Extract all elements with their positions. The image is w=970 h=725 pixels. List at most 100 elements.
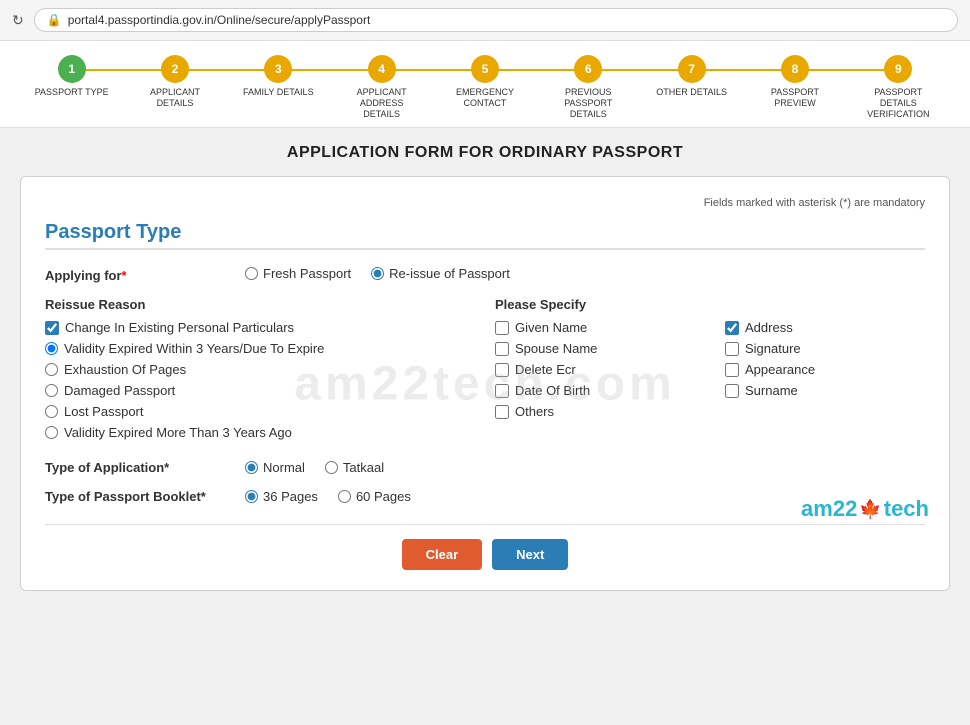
lost-radio[interactable] (45, 405, 58, 418)
branding-text2: tech (884, 496, 929, 522)
step-circle-7: 7 (678, 55, 706, 83)
damaged-radio[interactable] (45, 384, 58, 397)
exhaustion-radio[interactable] (45, 363, 58, 376)
reissue-passport-radio[interactable] (371, 267, 384, 280)
validity-expired-radio[interactable] (45, 342, 58, 355)
step-8[interactable]: 8 PASSPORT PREVIEW (743, 55, 846, 109)
branding-heart: 🍁 (859, 499, 881, 520)
36-pages-option[interactable]: 36 Pages (245, 489, 318, 504)
step-label-2: APPLICANT DETAILS (135, 87, 215, 109)
please-specify-title: Please Specify (495, 297, 925, 312)
tatkaal-option[interactable]: Tatkaal (325, 460, 384, 475)
reissue-passport-label: Re-issue of Passport (389, 266, 510, 281)
60-pages-option[interactable]: 60 Pages (338, 489, 411, 504)
applying-for-row: Applying for* Fresh Passport Re-issue of… (45, 266, 925, 283)
clear-button[interactable]: Clear (402, 539, 483, 570)
step-label-7: OTHER DETAILS (656, 87, 727, 98)
address-checkbox[interactable] (725, 321, 739, 335)
applying-for-label: Applying for* (45, 266, 245, 283)
step-circle-3: 3 (264, 55, 292, 83)
reissue-reason-lost[interactable]: Lost Passport (45, 404, 475, 419)
main-content: APPLICATION FORM FOR ORDINARY PASSPORT a… (0, 128, 970, 607)
specify-spouse-name[interactable]: Spouse Name (495, 341, 695, 356)
given-name-checkbox[interactable] (495, 321, 509, 335)
specify-others[interactable]: Others (495, 404, 695, 419)
refresh-icon[interactable]: ↻ (12, 12, 24, 29)
address-bar[interactable]: 🔒 portal4.passportindia.gov.in/Online/se… (34, 8, 958, 32)
normal-radio[interactable] (245, 461, 258, 474)
step-circle-1: 1 (58, 55, 86, 83)
steps-container: 1 PASSPORT TYPE 2 APPLICANT DETAILS 3 FA… (20, 55, 950, 119)
step-9[interactable]: 9 PASSPORT DETAILS VERIFICATION (847, 55, 950, 119)
reissue-specify-section: Reissue Reason Change In Existing Person… (45, 297, 925, 446)
specify-address[interactable]: Address (725, 320, 925, 335)
step-label-1: PASSPORT TYPE (35, 87, 109, 98)
spouse-name-label: Spouse Name (515, 341, 597, 356)
lost-label: Lost Passport (64, 404, 144, 419)
tatkaal-radio[interactable] (325, 461, 338, 474)
step-label-3: FAMILY DETAILS (243, 87, 314, 98)
reissue-reason-change-personal[interactable]: Change In Existing Personal Particulars (45, 320, 475, 335)
date-of-birth-label: Date Of Birth (515, 383, 590, 398)
step-2[interactable]: 2 APPLICANT DETAILS (123, 55, 226, 109)
specify-given-name[interactable]: Given Name (495, 320, 695, 335)
specify-date-of-birth[interactable]: Date Of Birth (495, 383, 695, 398)
mandatory-note: Fields marked with asterisk (*) are mand… (45, 197, 925, 209)
reissue-reason-validity-3years[interactable]: Validity Expired More Than 3 Years Ago (45, 425, 475, 440)
specify-surname[interactable]: Surname (725, 383, 925, 398)
type-of-booklet-label: Type of Passport Booklet* (45, 489, 245, 504)
reissue-reason-exhaustion[interactable]: Exhaustion Of Pages (45, 362, 475, 377)
step-circle-6: 6 (574, 55, 602, 83)
validity-3years-label: Validity Expired More Than 3 Years Ago (64, 425, 292, 440)
step-circle-4: 4 (368, 55, 396, 83)
specify-signature[interactable]: Signature (725, 341, 925, 356)
branding: am22🍁tech (801, 496, 929, 522)
step-4[interactable]: 4 APPLICANT ADDRESS DETAILS (330, 55, 433, 119)
progress-bar: 1 PASSPORT TYPE 2 APPLICANT DETAILS 3 FA… (0, 41, 970, 128)
step-label-8: PASSPORT PREVIEW (755, 87, 835, 109)
please-specify-col: Please Specify Given Name Spouse Name (495, 297, 925, 446)
type-of-booklet-options: 36 Pages 60 Pages (245, 489, 411, 504)
fresh-passport-radio[interactable] (245, 267, 258, 280)
step-circle-9: 9 (884, 55, 912, 83)
appearance-checkbox[interactable] (725, 363, 739, 377)
surname-checkbox[interactable] (725, 384, 739, 398)
60-pages-radio[interactable] (338, 490, 351, 503)
specify-grid: Given Name Spouse Name Delete Ecr D (495, 320, 925, 425)
reissue-passport-option[interactable]: Re-issue of Passport (371, 266, 510, 281)
signature-checkbox[interactable] (725, 342, 739, 356)
applying-for-options: Fresh Passport Re-issue of Passport (245, 266, 925, 281)
reissue-reason-col: Reissue Reason Change In Existing Person… (45, 297, 475, 446)
spouse-name-checkbox[interactable] (495, 342, 509, 356)
step-7[interactable]: 7 OTHER DETAILS (640, 55, 743, 98)
reissue-reason-damaged[interactable]: Damaged Passport (45, 383, 475, 398)
step-circle-2: 2 (161, 55, 189, 83)
delete-ecr-checkbox[interactable] (495, 363, 509, 377)
normal-option[interactable]: Normal (245, 460, 305, 475)
36-pages-radio[interactable] (245, 490, 258, 503)
surname-label: Surname (745, 383, 798, 398)
step-label-9: PASSPORT DETAILS VERIFICATION (858, 87, 938, 119)
type-of-application-options: Normal Tatkaal (245, 460, 384, 475)
step-5[interactable]: 5 EMERGENCY CONTACT (433, 55, 536, 109)
next-button[interactable]: Next (492, 539, 568, 570)
reissue-reason-validity-expired[interactable]: Validity Expired Within 3 Years/Due To E… (45, 341, 475, 356)
exhaustion-label: Exhaustion Of Pages (64, 362, 186, 377)
others-label: Others (515, 404, 554, 419)
specify-col-2: Address Signature Appearance Surnam (725, 320, 925, 425)
step-6[interactable]: 6 PREVIOUS PASSPORT DETAILS (537, 55, 640, 119)
change-personal-checkbox[interactable] (45, 321, 59, 335)
others-checkbox[interactable] (495, 405, 509, 419)
fresh-passport-option[interactable]: Fresh Passport (245, 266, 351, 281)
reissue-reason-title: Reissue Reason (45, 297, 475, 312)
address-label: Address (745, 320, 793, 335)
validity-3years-radio[interactable] (45, 426, 58, 439)
type-of-booklet-row: Type of Passport Booklet* 36 Pages 60 Pa… (45, 489, 925, 504)
specify-delete-ecr[interactable]: Delete Ecr (495, 362, 695, 377)
page-title: APPLICATION FORM FOR ORDINARY PASSPORT (20, 144, 950, 162)
browser-bar: ↻ 🔒 portal4.passportindia.gov.in/Online/… (0, 0, 970, 41)
step-3[interactable]: 3 FAMILY DETAILS (227, 55, 330, 98)
step-1[interactable]: 1 PASSPORT TYPE (20, 55, 123, 98)
specify-appearance[interactable]: Appearance (725, 362, 925, 377)
date-of-birth-checkbox[interactable] (495, 384, 509, 398)
